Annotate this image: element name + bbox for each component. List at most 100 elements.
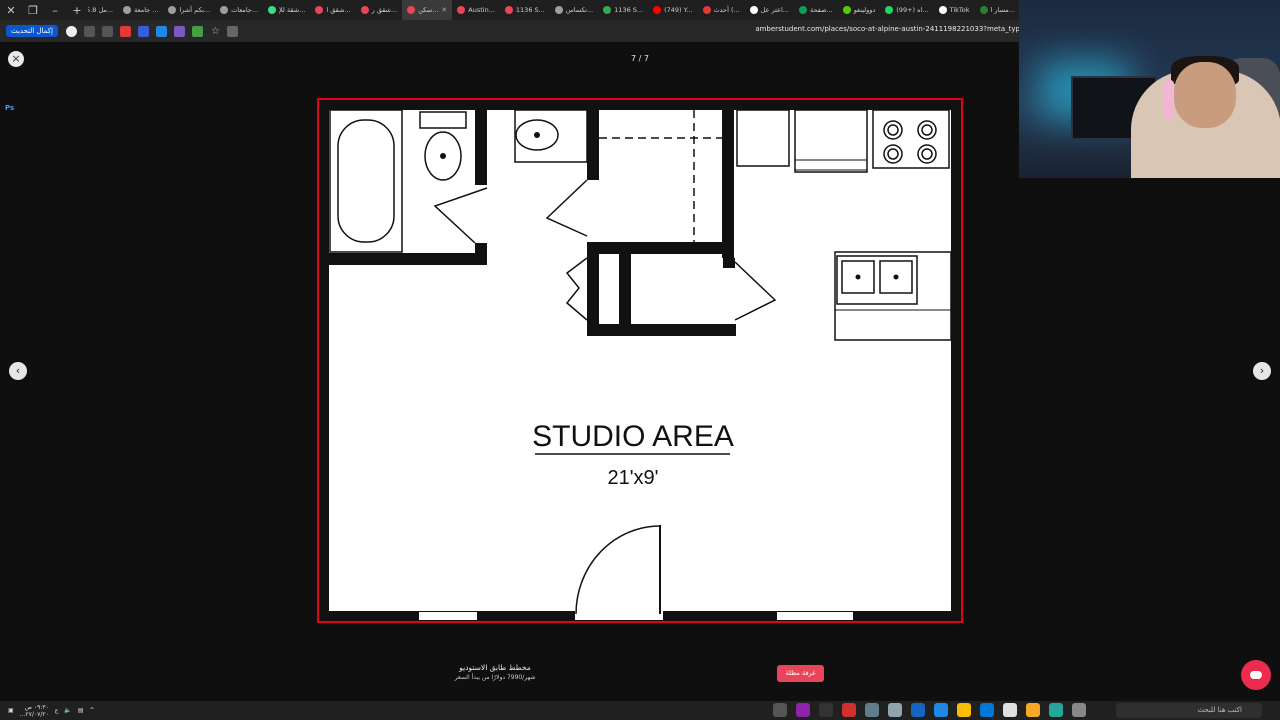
extension-icon[interactable] xyxy=(155,25,167,37)
tab-favicon-icon xyxy=(702,6,711,14)
close-tab-icon[interactable]: ✕ xyxy=(441,6,447,14)
taskbar-app-icon[interactable] xyxy=(842,703,856,717)
minimize-window-icon[interactable]: – xyxy=(44,4,66,17)
chat-bubble-button[interactable] xyxy=(1241,660,1271,690)
tab-favicon-icon xyxy=(315,6,324,14)
browser-tab[interactable]: صفحة... xyxy=(794,0,838,20)
tab-label: (749) Y... xyxy=(664,6,693,14)
bookmark-star-icon[interactable]: ☆ xyxy=(211,26,220,37)
taskbar-app-icon[interactable] xyxy=(796,703,810,717)
taskbar-app-icon[interactable] xyxy=(773,703,787,717)
taskbar-search[interactable]: اكتب هنا للبحث xyxy=(1116,703,1262,718)
tab-favicon-icon xyxy=(554,6,563,14)
room-dimensions: 21'x9' xyxy=(607,467,658,489)
address-bar[interactable]: amberstudent.com/places/soco-at-alpine-a… xyxy=(755,25,1020,33)
caption-title: مخطط طابق الاستوديو xyxy=(459,663,531,672)
browser-tab[interactable]: (99+) اه... xyxy=(880,0,933,20)
browser-tab[interactable]: 1136 S... xyxy=(500,0,550,20)
browser-tab[interactable]: Austin... xyxy=(452,0,500,20)
floor-plan-border xyxy=(317,98,963,623)
language-icon[interactable]: ع xyxy=(55,707,59,714)
network-icon[interactable]: ▤ xyxy=(78,707,84,714)
closet-wall xyxy=(587,254,599,336)
tab-label: 5.8 مل... xyxy=(88,6,114,14)
extension-icon[interactable] xyxy=(101,25,113,37)
tab-label: مسار ا... xyxy=(990,6,1015,14)
tab-search-icon[interactable] xyxy=(83,25,95,37)
new-tab-button[interactable]: + xyxy=(66,4,88,17)
tab-label: أحدث (... xyxy=(713,6,740,14)
photoshop-icon: Ps xyxy=(5,104,15,112)
bathroom-wall xyxy=(475,110,487,185)
restore-window-icon[interactable]: ❐ xyxy=(22,4,44,17)
taskbar-app-icon[interactable] xyxy=(865,703,879,717)
browser-tab[interactable]: TikTok xyxy=(934,0,975,20)
tab-favicon-icon xyxy=(360,6,369,14)
browser-tab[interactable]: دوولينغو xyxy=(838,0,881,20)
browser-tab[interactable]: (749) Y... xyxy=(648,0,697,20)
tab-label: 1136 S... xyxy=(515,6,545,14)
taskbar-app-icon[interactable] xyxy=(888,703,902,717)
browser-tab[interactable]: تكساس... xyxy=(550,0,598,20)
browser-tab[interactable]: 1136 S... xyxy=(598,0,648,20)
share-icon[interactable] xyxy=(226,25,238,37)
microphone xyxy=(1164,80,1174,120)
prev-image-button[interactable]: ‹ xyxy=(9,362,27,380)
clock-time: ٠٩:٣٠ ص xyxy=(24,703,49,711)
extension-icon[interactable] xyxy=(191,25,203,37)
profile-icon[interactable] xyxy=(65,25,77,37)
taskbar-app-icon[interactable] xyxy=(819,703,833,717)
browser-tab[interactable]: أحدث (... xyxy=(698,0,745,20)
extension-icon[interactable] xyxy=(119,25,131,37)
browser-tab[interactable]: شقة للإ... xyxy=(263,0,310,20)
tab-favicon-icon xyxy=(504,6,513,14)
chevron-up-icon[interactable]: ^ xyxy=(90,707,95,714)
browser-tab[interactable]: اعثر عل... xyxy=(745,0,794,20)
window xyxy=(777,612,853,620)
file-explorer-icon[interactable] xyxy=(1026,703,1040,717)
system-clock[interactable]: ٠٩:٣٠ ص ٢٧/٠٧/٢٠... xyxy=(20,704,49,718)
browser-tab[interactable]: سكن... ✕ xyxy=(402,0,453,20)
browser-tab[interactable]: مسار ا... xyxy=(975,0,1020,20)
close-window-icon[interactable]: ✕ xyxy=(0,4,22,17)
person-head xyxy=(1174,62,1236,128)
volume-icon[interactable]: 🔈 xyxy=(64,707,71,714)
tab-label: 1136 S... xyxy=(614,6,644,14)
bathroom-wall xyxy=(475,243,487,265)
image-caption: مخطط طابق الاستوديو شهر/7990 دولارًا من … xyxy=(420,663,570,681)
browser-toolbar: إكمال التحديث ☆ amberstudent.com/places/… xyxy=(0,20,1020,42)
notification-icon[interactable]: ▣ xyxy=(8,707,14,714)
browser-tab[interactable]: شقق ا... xyxy=(310,0,355,20)
task-view-icon[interactable] xyxy=(1072,703,1086,717)
taskbar-app-icon[interactable] xyxy=(911,703,925,717)
caption-price: شهر/7990 دولارًا من يبدأ السعر xyxy=(454,674,536,681)
edge-icon[interactable] xyxy=(980,703,994,717)
tab-label: سكن... xyxy=(418,6,439,14)
browser-tab[interactable]: بكم أشرا... xyxy=(163,0,215,20)
taskbar: ▣ ٠٩:٣٠ ص ٢٧/٠٧/٢٠... ع 🔈 ▤ ^ اكتب هنا ل… xyxy=(0,701,1280,720)
room-type-button[interactable]: غرفة مطلة xyxy=(777,665,824,682)
browser-tab[interactable]: جامعات... xyxy=(215,0,263,20)
tab-label: شقة للإ... xyxy=(279,6,306,14)
chrome-icon[interactable] xyxy=(957,703,971,717)
tab-favicon-icon xyxy=(220,6,229,14)
browser-tab[interactable]: شقق ر... xyxy=(356,0,403,20)
floor-plan-image: STUDIO AREA 21'x9' xyxy=(317,98,963,623)
tab-favicon-icon xyxy=(268,6,277,14)
chat-icon xyxy=(1250,671,1262,679)
window xyxy=(419,612,477,620)
tab-favicon-icon xyxy=(168,6,177,14)
taskbar-app-icon[interactable] xyxy=(934,703,948,717)
close-lightbox-button[interactable]: × xyxy=(8,51,24,67)
tab-favicon-icon xyxy=(123,6,132,14)
update-button[interactable]: إكمال التحديث xyxy=(6,25,58,37)
extension-icon[interactable] xyxy=(173,25,185,37)
next-image-button[interactable]: › xyxy=(1253,362,1271,380)
taskbar-app-icon[interactable] xyxy=(1049,703,1063,717)
browser-tab[interactable]: جامعة ... xyxy=(118,0,163,20)
extension-icon[interactable] xyxy=(137,25,149,37)
tab-favicon-icon xyxy=(457,6,466,14)
taskbar-app-icon[interactable] xyxy=(1003,703,1017,717)
browser-tab[interactable]: 5.8 مل... xyxy=(88,0,118,20)
tab-favicon-icon xyxy=(749,6,758,14)
